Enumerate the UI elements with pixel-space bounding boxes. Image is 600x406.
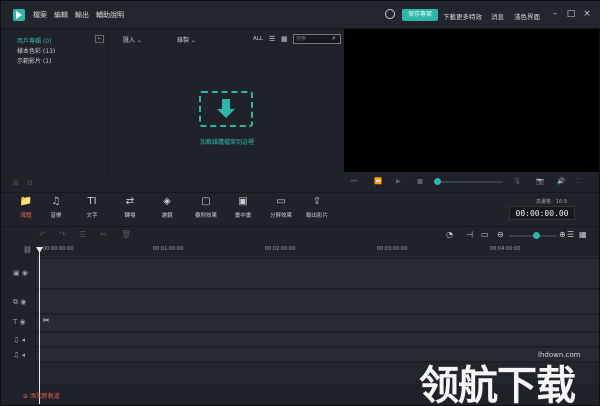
delete-icon[interactable]: 🗑 [121, 230, 131, 239]
ruler-label: 00:00:00:00 [43, 246, 74, 252]
tool-label: 分屏效果 [269, 213, 292, 219]
delete-folder-icon[interactable]: ⊟ [27, 179, 33, 187]
menu-help[interactable]: 輔助說明 [96, 10, 124, 20]
list-view-icon[interactable]: ☰ [269, 35, 275, 43]
title-bar [1, 1, 600, 29]
add-track-button[interactable]: ⊕ 添加新軌道 [23, 391, 60, 400]
rewind-icon[interactable]: ⏪ [374, 177, 382, 185]
tool-label: 輸出影片 [305, 213, 328, 219]
back-icon[interactable]: ← [95, 35, 104, 43]
music-icon: ♫ [51, 196, 61, 207]
grid-view-icon[interactable]: ▦ [281, 35, 288, 43]
save-project-button[interactable]: 保存專案 [402, 9, 438, 21]
cut-icon[interactable]: ✂ [100, 230, 107, 239]
tool-music-button[interactable]: ♫ 音樂 [38, 195, 74, 223]
tool-filter-button[interactable]: ◈ 濾鏡 [149, 195, 185, 223]
filter-all[interactable]: ALL [253, 36, 263, 42]
transition-icon: ⇄ [125, 196, 135, 207]
light-theme-link[interactable]: 淺色界面 [514, 11, 540, 21]
messages-link[interactable]: 消息 [491, 11, 504, 21]
video-track-icon: ▣ ◉ [13, 269, 28, 277]
ruler-label: 00:04:00:00 [490, 246, 521, 252]
preview-progress-bar[interactable] [437, 181, 503, 183]
tool-splitscreen-button[interactable]: ▭ 分屏效果 [263, 195, 299, 223]
redo-icon[interactable]: ↷ [59, 230, 66, 239]
microphone-icon[interactable]: 🎙 [513, 177, 521, 185]
list-icon[interactable]: ☰ [567, 230, 574, 239]
zoom-slider-knob[interactable] [533, 232, 540, 239]
timecode-display: 00:00:00.00 [509, 206, 575, 220]
playhead[interactable] [39, 249, 40, 404]
search-icon[interactable]: ⌕ [332, 34, 336, 43]
menu-file[interactable]: 檔案 [33, 10, 47, 20]
video-track-icon: ⧉ ◉ [13, 298, 27, 306]
text-track[interactable] [1, 315, 599, 332]
minimize-button[interactable]: – [549, 7, 561, 21]
zoom-in-icon[interactable]: ⊕ [559, 230, 566, 239]
ruler-label: 00:03:00:00 [377, 246, 408, 252]
overlay-icon: ▢ [201, 196, 211, 207]
app-logo-icon [13, 9, 25, 21]
watermark-text: 领航下载 [419, 363, 576, 406]
stop-icon[interactable]: ■ [417, 177, 423, 185]
pip-icon: ▣ [238, 196, 248, 207]
tool-pip-button[interactable]: ▣ 畫中畫 [225, 195, 261, 223]
tool-text-button[interactable]: TI 文字 [74, 195, 110, 223]
tool-label: 轉場 [124, 213, 136, 219]
render-icon[interactable]: ◔ [446, 230, 453, 239]
menu-edit[interactable]: 編輯 [54, 10, 68, 20]
snap-icon[interactable]: ⊣ [466, 230, 473, 239]
prev-frame-icon[interactable]: ⏮ [351, 177, 357, 186]
preview-window [344, 29, 599, 172]
menu-export[interactable]: 輸出 [75, 10, 89, 20]
app-window: 檔案 編輯 輸出 輔助說明 保存專案 下載更多特效 消息 淺色界面 – □ × … [0, 0, 600, 406]
play-icon[interactable]: ▶ [396, 177, 401, 185]
grid-icon[interactable]: ▦ [579, 230, 587, 239]
scissors-icon[interactable]: ✂ [43, 316, 50, 325]
tool-transition-button[interactable]: ⇄ 轉場 [112, 195, 148, 223]
volume-icon[interactable]: 🔊 [557, 177, 565, 185]
audio-track-icon: ♫ ◂ [13, 351, 26, 359]
maximize-button[interactable]: □ [565, 7, 577, 21]
download-arrow-icon [217, 99, 235, 118]
tool-label: 畫中畫 [234, 213, 252, 219]
add-folder-icon[interactable]: ⊞ [13, 179, 19, 187]
audio-track-1[interactable] [1, 333, 599, 347]
close-button[interactable]: × [581, 7, 593, 21]
text-track-icon: T ◉ [13, 318, 26, 326]
fullscreen-icon[interactable]: ⛶ [577, 177, 582, 186]
preview-progress-knob[interactable] [434, 178, 441, 185]
tool-label: 疊附效果 [194, 213, 217, 219]
tool-export-button[interactable]: ⇪ 輸出影片 [299, 195, 335, 223]
tool-overlay-button[interactable]: ▢ 疊附效果 [188, 195, 224, 223]
zoom-out-icon[interactable]: ⊖ [497, 230, 504, 239]
ruler-label: 00:01:00:00 [153, 246, 184, 252]
link-icon[interactable]: ⛓ [23, 246, 32, 254]
aspect-ratio-label: 高畫格 · 16:9 [536, 199, 567, 205]
tool-label: 音樂 [50, 213, 62, 219]
audio-mix-icon[interactable]: ▭ [481, 230, 489, 239]
library-item-demo[interactable]: 示範影片 (1) [17, 56, 51, 65]
tool-label: 文字 [86, 213, 98, 219]
library-item-colors[interactable]: 樣本色彩 (13) [17, 46, 55, 55]
splitscreen-icon: ▭ [276, 196, 286, 207]
library-item-user[interactable]: 用戶專輯 (0) [17, 36, 51, 45]
tool-label: 濾鏡 [161, 213, 173, 219]
download-effects-link[interactable]: 下載更多特效 [443, 11, 482, 21]
record-dropdown[interactable]: 錄製 ⌄ [177, 35, 196, 44]
ruler-label: 00:02:00:00 [265, 246, 296, 252]
video-track-2[interactable] [1, 290, 599, 314]
undo-icon[interactable]: ↶ [39, 230, 46, 239]
filter-icon: ◈ [163, 196, 171, 207]
text-icon: TI [87, 196, 97, 207]
video-track-1[interactable] [1, 259, 599, 289]
import-dropdown[interactable]: 匯入 ⌄ [123, 35, 142, 44]
dropzone-text: 加載媒體檔案到這裡 [199, 139, 254, 146]
export-icon: ⇪ [312, 196, 322, 207]
user-icon[interactable] [385, 9, 395, 19]
snapshot-icon[interactable]: 📷 [536, 177, 544, 185]
audio-track-icon: ♫ ◂ [13, 336, 26, 344]
adjust-icon[interactable]: ☰ [79, 230, 86, 239]
